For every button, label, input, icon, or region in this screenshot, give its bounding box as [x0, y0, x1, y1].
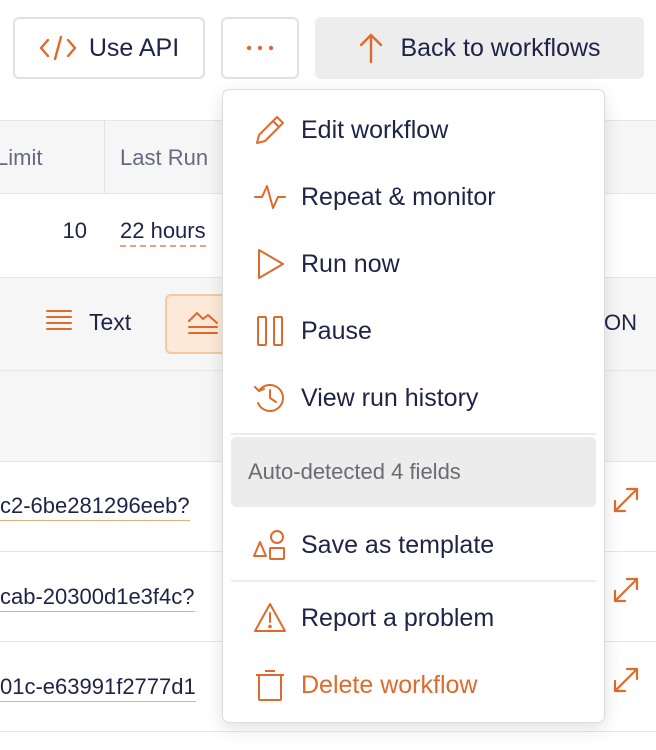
json-view-toggle[interactable]: ON [604, 310, 637, 336]
use-api-label: Use API [88, 33, 180, 62]
last-run-value[interactable]: 22 hours [120, 218, 206, 247]
use-api-button[interactable]: Use API [13, 17, 205, 79]
workflow-actions-menu: Edit workflow Repeat & monitor Run now P… [222, 89, 605, 723]
menu-item-report-problem[interactable]: Report a problem [223, 588, 604, 648]
menu-item-label: View run history [301, 383, 479, 412]
menu-item-label: Edit workflow [301, 115, 449, 144]
arrow-up-icon [358, 32, 384, 64]
more-options-button[interactable] [221, 17, 299, 79]
image-icon [187, 309, 219, 340]
menu-item-pause[interactable]: Pause [223, 301, 604, 361]
row-id-link[interactable]: 01c-e63991f2777d1 [0, 674, 196, 702]
expand-icon[interactable] [611, 575, 641, 605]
pause-icon [253, 314, 287, 348]
back-to-workflows-label: Back to workflows [400, 33, 601, 62]
row-id-link[interactable]: c2-6be281296eeb? [0, 493, 190, 521]
menu-item-label: Run now [301, 249, 400, 278]
menu-divider [231, 580, 596, 582]
menu-item-label: Pause [301, 316, 372, 345]
expand-icon[interactable] [611, 665, 641, 695]
pencil-icon [253, 113, 287, 147]
column-header-last-run[interactable]: Last Run [120, 145, 208, 171]
ellipsis-icon [245, 45, 275, 51]
menu-item-view-run-history[interactable]: View run history [223, 368, 604, 428]
play-icon [253, 247, 287, 281]
expand-icon[interactable] [611, 485, 641, 515]
menu-item-repeat-monitor[interactable]: Repeat & monitor [223, 167, 604, 227]
menu-item-label: Delete workflow [301, 670, 478, 699]
column-header-limit[interactable]: Limit [0, 145, 42, 171]
menu-item-save-as-template[interactable]: Save as template [223, 515, 604, 575]
trash-icon [253, 668, 287, 702]
menu-item-label: Save as template [301, 530, 495, 559]
text-view-toggle[interactable]: Text [45, 308, 131, 336]
warning-icon [253, 601, 287, 635]
back-to-workflows-button[interactable]: Back to workflows [315, 17, 644, 79]
menu-item-label: Repeat & monitor [301, 182, 496, 211]
row-id-link[interactable]: cab-20300d1e3f4c? [0, 584, 195, 612]
menu-item-delete-workflow[interactable]: Delete workflow [223, 655, 604, 715]
auto-detected-fields-info: Auto-detected 4 fields [231, 437, 596, 507]
shapes-icon [253, 528, 287, 562]
menu-divider [231, 433, 596, 435]
lines-icon [45, 308, 73, 336]
menu-item-label: Report a problem [301, 603, 495, 632]
menu-item-edit-workflow[interactable]: Edit workflow [223, 100, 604, 160]
pulse-icon [253, 180, 287, 214]
code-icon [39, 35, 77, 61]
menu-item-run-now[interactable]: Run now [223, 234, 604, 294]
text-view-label: Text [89, 308, 132, 335]
history-icon [253, 381, 287, 415]
limit-value: 10 [62, 218, 87, 243]
